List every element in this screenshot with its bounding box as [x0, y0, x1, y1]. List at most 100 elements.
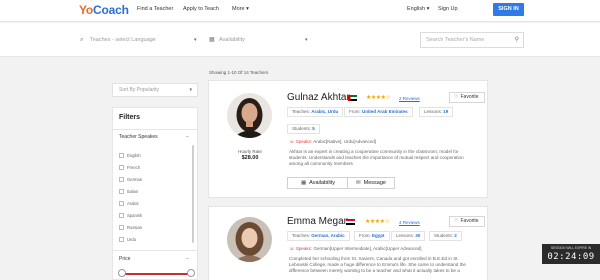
language-option-label: Italian: [127, 189, 139, 194]
sign-up-link[interactable]: Sign Up: [438, 6, 458, 12]
language-option-label: French: [127, 165, 141, 170]
students-label: Students:: [292, 126, 312, 131]
price-range-slider[interactable]: [121, 273, 193, 275]
from-value: Egypt: [372, 233, 385, 238]
checkbox[interactable]: [119, 225, 124, 231]
teaches-label: Teaches:: [292, 109, 311, 114]
checkbox[interactable]: [119, 189, 124, 195]
collapse-icon[interactable]: −: [186, 256, 189, 262]
availability-select[interactable]: ▦ Availability ▾: [209, 33, 329, 47]
logo[interactable]: YoCoach: [79, 3, 129, 17]
sort-select[interactable]: Sort By Popularity ▾: [112, 83, 198, 97]
favorite-button[interactable]: ♡ Favorite: [449, 92, 485, 103]
reviews-link[interactable]: 4 Reviews: [399, 220, 420, 225]
teacher-card: Emma Megan ★★★★☆ 4 Reviews ♡ Favorite Tea…: [208, 206, 488, 280]
language-checkbox-spanish[interactable]: Spanish: [119, 212, 142, 220]
checkbox[interactable]: [119, 153, 124, 159]
language-select[interactable]: ⌕ Teaches - select Language ▾: [80, 33, 200, 47]
price-heading[interactable]: Price: [119, 256, 130, 262]
language-checkbox-french[interactable]: French: [119, 164, 140, 172]
language-checkbox-urdu[interactable]: Urdu: [119, 236, 136, 244]
nav-more-label: More: [232, 6, 245, 12]
speaks-label: Speaks:: [295, 246, 313, 251]
lessons-chip: Lessons: 30: [391, 231, 426, 241]
favorite-label: Favorite: [460, 94, 479, 100]
language-checkbox-arabic[interactable]: Arabic: [119, 200, 139, 208]
teaches-chip: Teaches: German, Arabic: [287, 231, 350, 241]
uae-flag-icon: [348, 95, 357, 101]
collapse-icon[interactable]: −: [186, 134, 189, 140]
filters-panel: Filters Teacher Speakes − English French…: [112, 107, 198, 280]
price-max-handle[interactable]: [187, 269, 195, 277]
message-button-label: Message: [363, 180, 386, 186]
teacher-card: Hourly Rate $28.00 Gulnaz Akhtar ★★★★☆ 2…: [208, 80, 488, 198]
language-checkbox-italian[interactable]: Italian: [119, 188, 138, 196]
rating-stars: ★★★★☆: [365, 219, 390, 225]
students-chip: Students: 2: [429, 231, 462, 241]
sign-in-button[interactable]: SIGN IN: [493, 3, 524, 16]
egypt-flag-icon: [346, 219, 355, 225]
lessons-value: 30: [415, 233, 421, 238]
language-checkbox-german[interactable]: German: [119, 176, 142, 184]
favorite-label: Favorite: [460, 218, 479, 224]
nav-find-teacher[interactable]: Find a Teacher: [137, 6, 173, 12]
teaches-chip: Teaches: Arabic, Urdu: [287, 107, 344, 117]
logo-coach: Coach: [93, 3, 129, 17]
avatar[interactable]: [227, 217, 272, 262]
checkbox[interactable]: [119, 165, 124, 171]
divider: [113, 129, 197, 130]
session-timer-caption: SESSION WILL EXPIRE IN: [550, 246, 592, 250]
teacher-description: Akhtar is an expert in creating a cooper…: [289, 149, 464, 166]
checkbox[interactable]: [119, 177, 124, 183]
checkbox[interactable]: [119, 237, 124, 243]
lessons-label: Lessons:: [396, 233, 415, 238]
favorite-button[interactable]: ♡ Favorite: [449, 216, 485, 227]
hourly-rate-value: $28.00: [241, 155, 259, 161]
language-label: English: [407, 6, 426, 12]
lessons-chip: Lessons: 19: [419, 107, 454, 117]
checkbox[interactable]: [119, 213, 124, 219]
lessons-value: 19: [443, 109, 449, 114]
speaks-label: Speaks:: [295, 139, 313, 144]
students-value: 5: [312, 126, 315, 131]
language-selector[interactable]: English ▾: [407, 6, 429, 12]
nav-more[interactable]: More ▾: [232, 6, 249, 12]
reviews-link[interactable]: 2 Reviews: [399, 96, 420, 101]
language-checkbox-english[interactable]: English: [119, 152, 141, 160]
heart-icon: ♡: [454, 218, 459, 224]
language-option-label: German: [127, 177, 143, 182]
price-min-handle[interactable]: [118, 269, 126, 277]
language-checkbox-russian[interactable]: Russian: [119, 224, 142, 232]
teacher-name[interactable]: Gulnaz Akhtar: [287, 92, 350, 103]
language-option-label: Spanish: [127, 213, 143, 218]
teacher-speaks-heading[interactable]: Teacher Speakes: [119, 134, 158, 140]
divider: [113, 250, 197, 251]
scrollbar[interactable]: [192, 145, 194, 243]
speaks-value: Arabic[Native], Urdu[Advanced]: [313, 139, 376, 144]
from-chip: From: United Arab Emirates: [344, 107, 413, 117]
speaks-icon: ☏: [289, 246, 295, 251]
students-label: Students:: [434, 233, 454, 238]
nav-apply-teach[interactable]: Apply to Teach: [183, 6, 219, 12]
availability-button[interactable]: ▦ Availability: [287, 177, 349, 189]
avatar[interactable]: [227, 93, 272, 138]
availability-button-label: Availability: [309, 180, 336, 186]
session-timer: SESSION WILL EXPIRE IN 02:24:09: [542, 244, 600, 264]
availability-placeholder: Availability: [219, 37, 245, 43]
checkbox[interactable]: [119, 201, 124, 207]
results-count: Showing 1-10 Of 14 Teachers: [209, 70, 269, 75]
heart-icon: ♡: [454, 94, 459, 100]
logo-yo: Yo: [79, 3, 94, 17]
language-option-label: Arabic: [127, 201, 139, 206]
speaks-icon: ☏: [289, 139, 295, 144]
calendar-icon: ▦: [300, 180, 307, 186]
search-icon[interactable]: ⚲: [515, 33, 519, 47]
teacher-name-search-input[interactable]: Search Teacher's Name ⚲: [420, 32, 524, 48]
search-placeholder: Search Teacher's Name: [426, 37, 485, 43]
calendar-icon: ▦: [209, 37, 215, 43]
teacher-name[interactable]: Emma Megan: [287, 216, 349, 227]
teaches-label: Teaches:: [292, 233, 311, 238]
message-button[interactable]: ✉ Message: [347, 177, 395, 189]
filters-title: Filters: [119, 114, 141, 121]
avatar-image: [227, 217, 272, 262]
